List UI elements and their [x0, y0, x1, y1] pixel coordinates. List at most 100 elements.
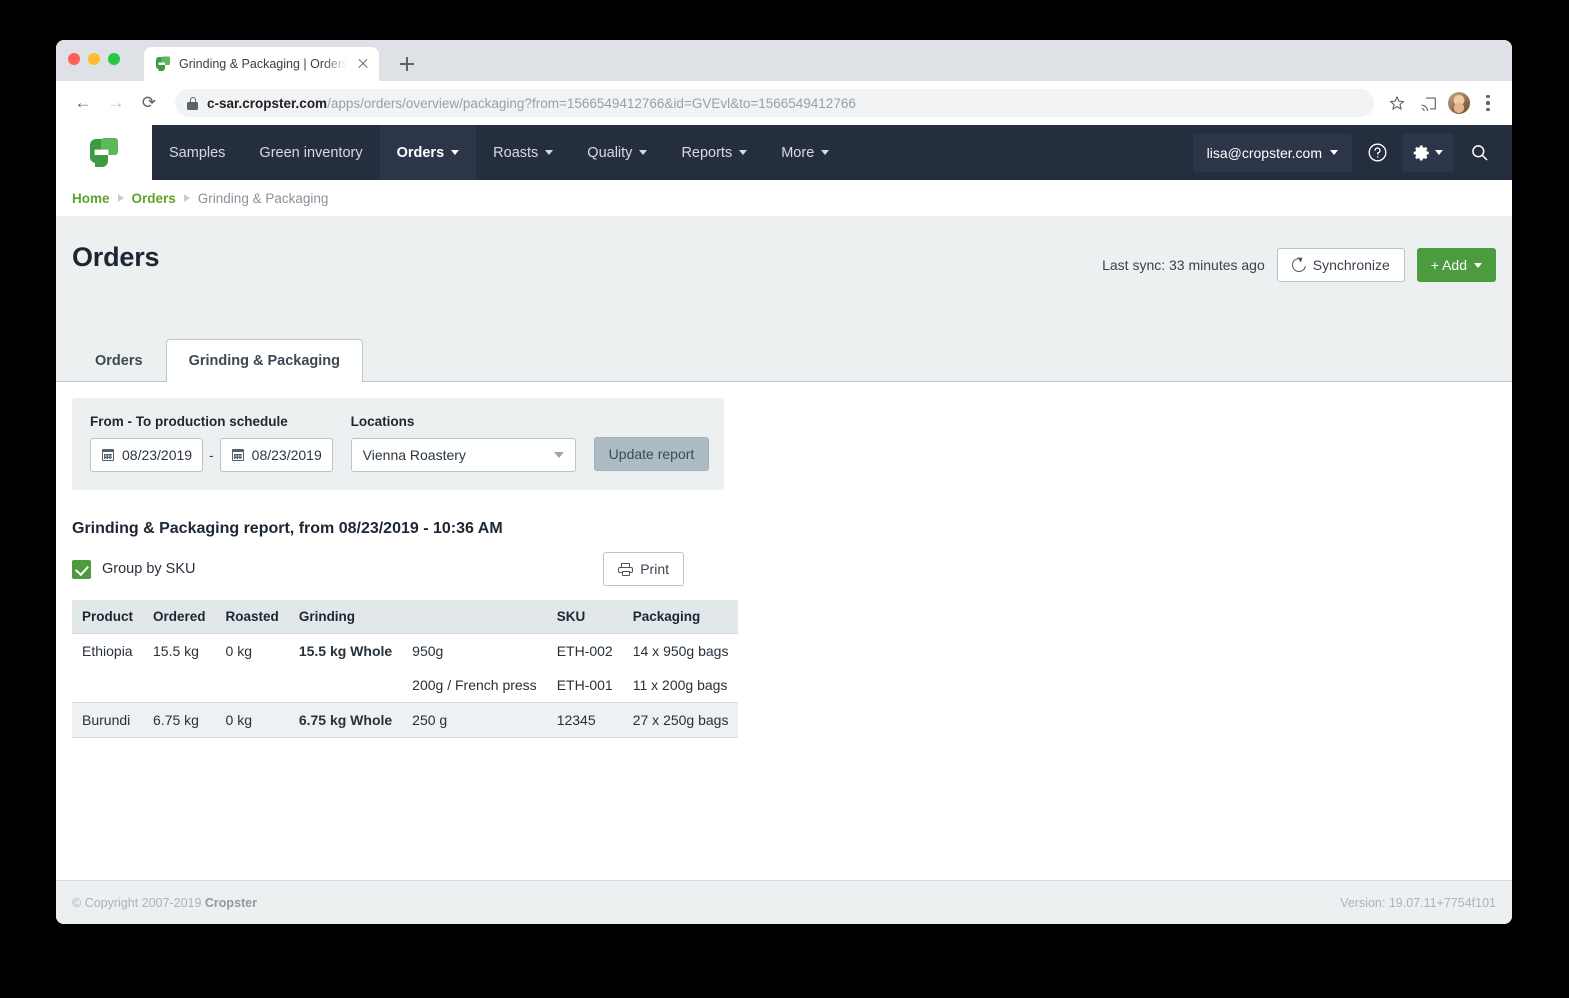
chevron-down-icon: [639, 150, 648, 155]
settings-button[interactable]: [1402, 133, 1454, 172]
col-grinding: Grinding: [288, 600, 403, 634]
window-traffic-lights: [68, 53, 120, 65]
last-sync-status: Last sync: 33 minutes ago: [1102, 257, 1265, 273]
forward-button[interactable]: →: [101, 88, 131, 118]
bookmark-star-icon[interactable]: [1383, 89, 1411, 117]
grinding-packaging-table: Product Ordered Roasted Grinding SKU Pac…: [72, 600, 739, 738]
group-by-sku-checkbox[interactable]: [72, 559, 91, 579]
synchronize-button[interactable]: Synchronize: [1276, 248, 1405, 282]
col-packaging: Packaging: [622, 600, 739, 634]
nav-item-samples[interactable]: Samples: [152, 125, 242, 180]
print-button[interactable]: Print: [603, 552, 684, 586]
col-product: Product: [72, 600, 144, 634]
col-ordered: Ordered: [143, 600, 216, 634]
chrome-menu-icon[interactable]: [1476, 89, 1500, 117]
group-by-sku-label: Group by SKU: [102, 561, 196, 577]
chevron-down-icon: [545, 150, 554, 155]
breadcrumb-current: Grinding & Packaging: [197, 190, 329, 206]
locations-select[interactable]: Vienna Roastery: [350, 438, 576, 472]
nav-label: Roasts: [493, 144, 539, 161]
table-row[interactable]: Burundi 6.75 kg 0 kg 6.75 kg Whole 250 g…: [72, 702, 739, 738]
refresh-icon: [1289, 255, 1309, 275]
main-nav-items: Samples Green inventory Orders Roasts Qu…: [152, 125, 846, 180]
reload-button[interactable]: ⟳: [134, 88, 164, 118]
col-grinding-detail: [402, 600, 547, 634]
synchronize-label: Synchronize: [1312, 257, 1390, 273]
cell-sku: 12345: [546, 702, 623, 738]
table-header-row: Product Ordered Roasted Grinding SKU Pac…: [72, 600, 739, 634]
calendar-icon: [231, 449, 244, 461]
cell-packaging: 27 x 250g bags: [622, 702, 739, 738]
back-button[interactable]: ←: [68, 88, 98, 118]
maximize-window-button[interactable]: [108, 53, 120, 65]
cast-icon[interactable]: [1414, 89, 1442, 117]
update-report-button[interactable]: Update report: [593, 437, 710, 471]
page-header-actions: Last sync: 33 minutes ago Synchronize + …: [1102, 242, 1496, 282]
lock-icon: [187, 96, 198, 110]
browser-window: Grinding & Packaging | Orders ← → ⟳ c-sa…: [56, 40, 1512, 924]
browser-tab[interactable]: Grinding & Packaging | Orders: [144, 47, 379, 81]
close-window-button[interactable]: [68, 53, 80, 65]
print-label: Print: [640, 561, 669, 577]
tab-panel: From - To production schedule 08/23/2019…: [56, 382, 1512, 880]
update-report-label: Update report: [608, 446, 695, 462]
help-button[interactable]: [1356, 134, 1398, 172]
nav-item-reports[interactable]: Reports: [664, 125, 764, 180]
tab-grinding-packaging[interactable]: Grinding & Packaging: [165, 339, 364, 382]
user-account-menu[interactable]: lisa@cropster.com: [1192, 133, 1352, 172]
cell-ordered: [143, 668, 216, 703]
close-tab-icon[interactable]: [355, 56, 371, 72]
nav-label: More: [781, 144, 815, 161]
cell-grinding-detail: 200g / French press: [402, 668, 547, 703]
nav-right-actions: lisa@cropster.com: [1192, 125, 1512, 180]
cell-ordered: 15.5 kg: [143, 633, 216, 668]
tab-label: Grinding & Packaging: [188, 353, 341, 369]
section-tabs: Orders Grinding & Packaging: [56, 338, 1512, 382]
cell-product: Burundi: [72, 702, 144, 738]
profile-avatar[interactable]: [1448, 92, 1470, 114]
date-to-input[interactable]: 08/23/2019: [219, 438, 333, 472]
date-from-input[interactable]: 08/23/2019: [90, 438, 203, 472]
tab-orders[interactable]: Orders: [72, 339, 166, 381]
cell-roasted: [215, 668, 289, 703]
add-button[interactable]: + Add: [1416, 248, 1496, 282]
cell-roasted: 0 kg: [215, 633, 289, 668]
brand-logo-area[interactable]: [56, 125, 152, 180]
table-row[interactable]: Ethiopia 15.5 kg 0 kg 15.5 kg Whole 950g…: [72, 633, 739, 668]
locations-field: Locations Vienna Roastery: [350, 414, 576, 472]
table-head: Product Ordered Roasted Grinding SKU Pac…: [72, 600, 739, 634]
minimize-window-button[interactable]: [88, 53, 100, 65]
chevron-down-icon: [739, 150, 748, 155]
nav-label: Green inventory: [259, 144, 363, 161]
chevron-down-icon: [1435, 150, 1443, 155]
breadcrumb-orders[interactable]: Orders: [132, 191, 176, 206]
update-report-holder: Update report: [593, 414, 710, 471]
locations-label: Locations: [350, 414, 415, 429]
search-button[interactable]: [1458, 134, 1500, 172]
browser-tab-title: Grinding & Packaging | Orders: [179, 57, 347, 71]
url-host: c-sar.cropster.com: [207, 95, 328, 111]
cell-packaging: 11 x 200g bags: [622, 668, 739, 703]
page-title: Orders: [72, 242, 160, 272]
address-bar-url: c-sar.cropster.com/apps/orders/overview/…: [207, 96, 856, 111]
cell-sku: ETH-002: [546, 633, 623, 668]
nav-item-green-inventory[interactable]: Green inventory: [242, 125, 379, 180]
breadcrumb-home[interactable]: Home: [72, 191, 110, 206]
new-tab-button[interactable]: [393, 50, 421, 78]
cell-packaging: 14 x 950g bags: [622, 633, 739, 668]
breadcrumb-separator-icon: [117, 194, 124, 202]
page-content: Orders Last sync: 33 minutes ago Synchro…: [56, 216, 1512, 880]
copyright-text: © Copyright 2007-2019 Cropster: [72, 896, 257, 910]
nav-label: Orders: [396, 144, 445, 161]
table-row[interactable]: 200g / French press ETH-001 11 x 200g ba…: [72, 668, 739, 703]
nav-label: Samples: [169, 144, 226, 161]
group-by-sku-control[interactable]: Group by SKU: [72, 559, 196, 579]
col-roasted: Roasted: [215, 600, 289, 634]
nav-item-roasts[interactable]: Roasts: [476, 125, 570, 180]
nav-item-orders[interactable]: Orders: [379, 125, 477, 180]
user-email: lisa@cropster.com: [1206, 144, 1322, 161]
nav-item-quality[interactable]: Quality: [570, 125, 664, 180]
filter-panel: From - To production schedule 08/23/2019…: [72, 398, 724, 490]
nav-item-more[interactable]: More: [764, 125, 846, 180]
address-bar[interactable]: c-sar.cropster.com/apps/orders/overview/…: [175, 89, 1374, 117]
